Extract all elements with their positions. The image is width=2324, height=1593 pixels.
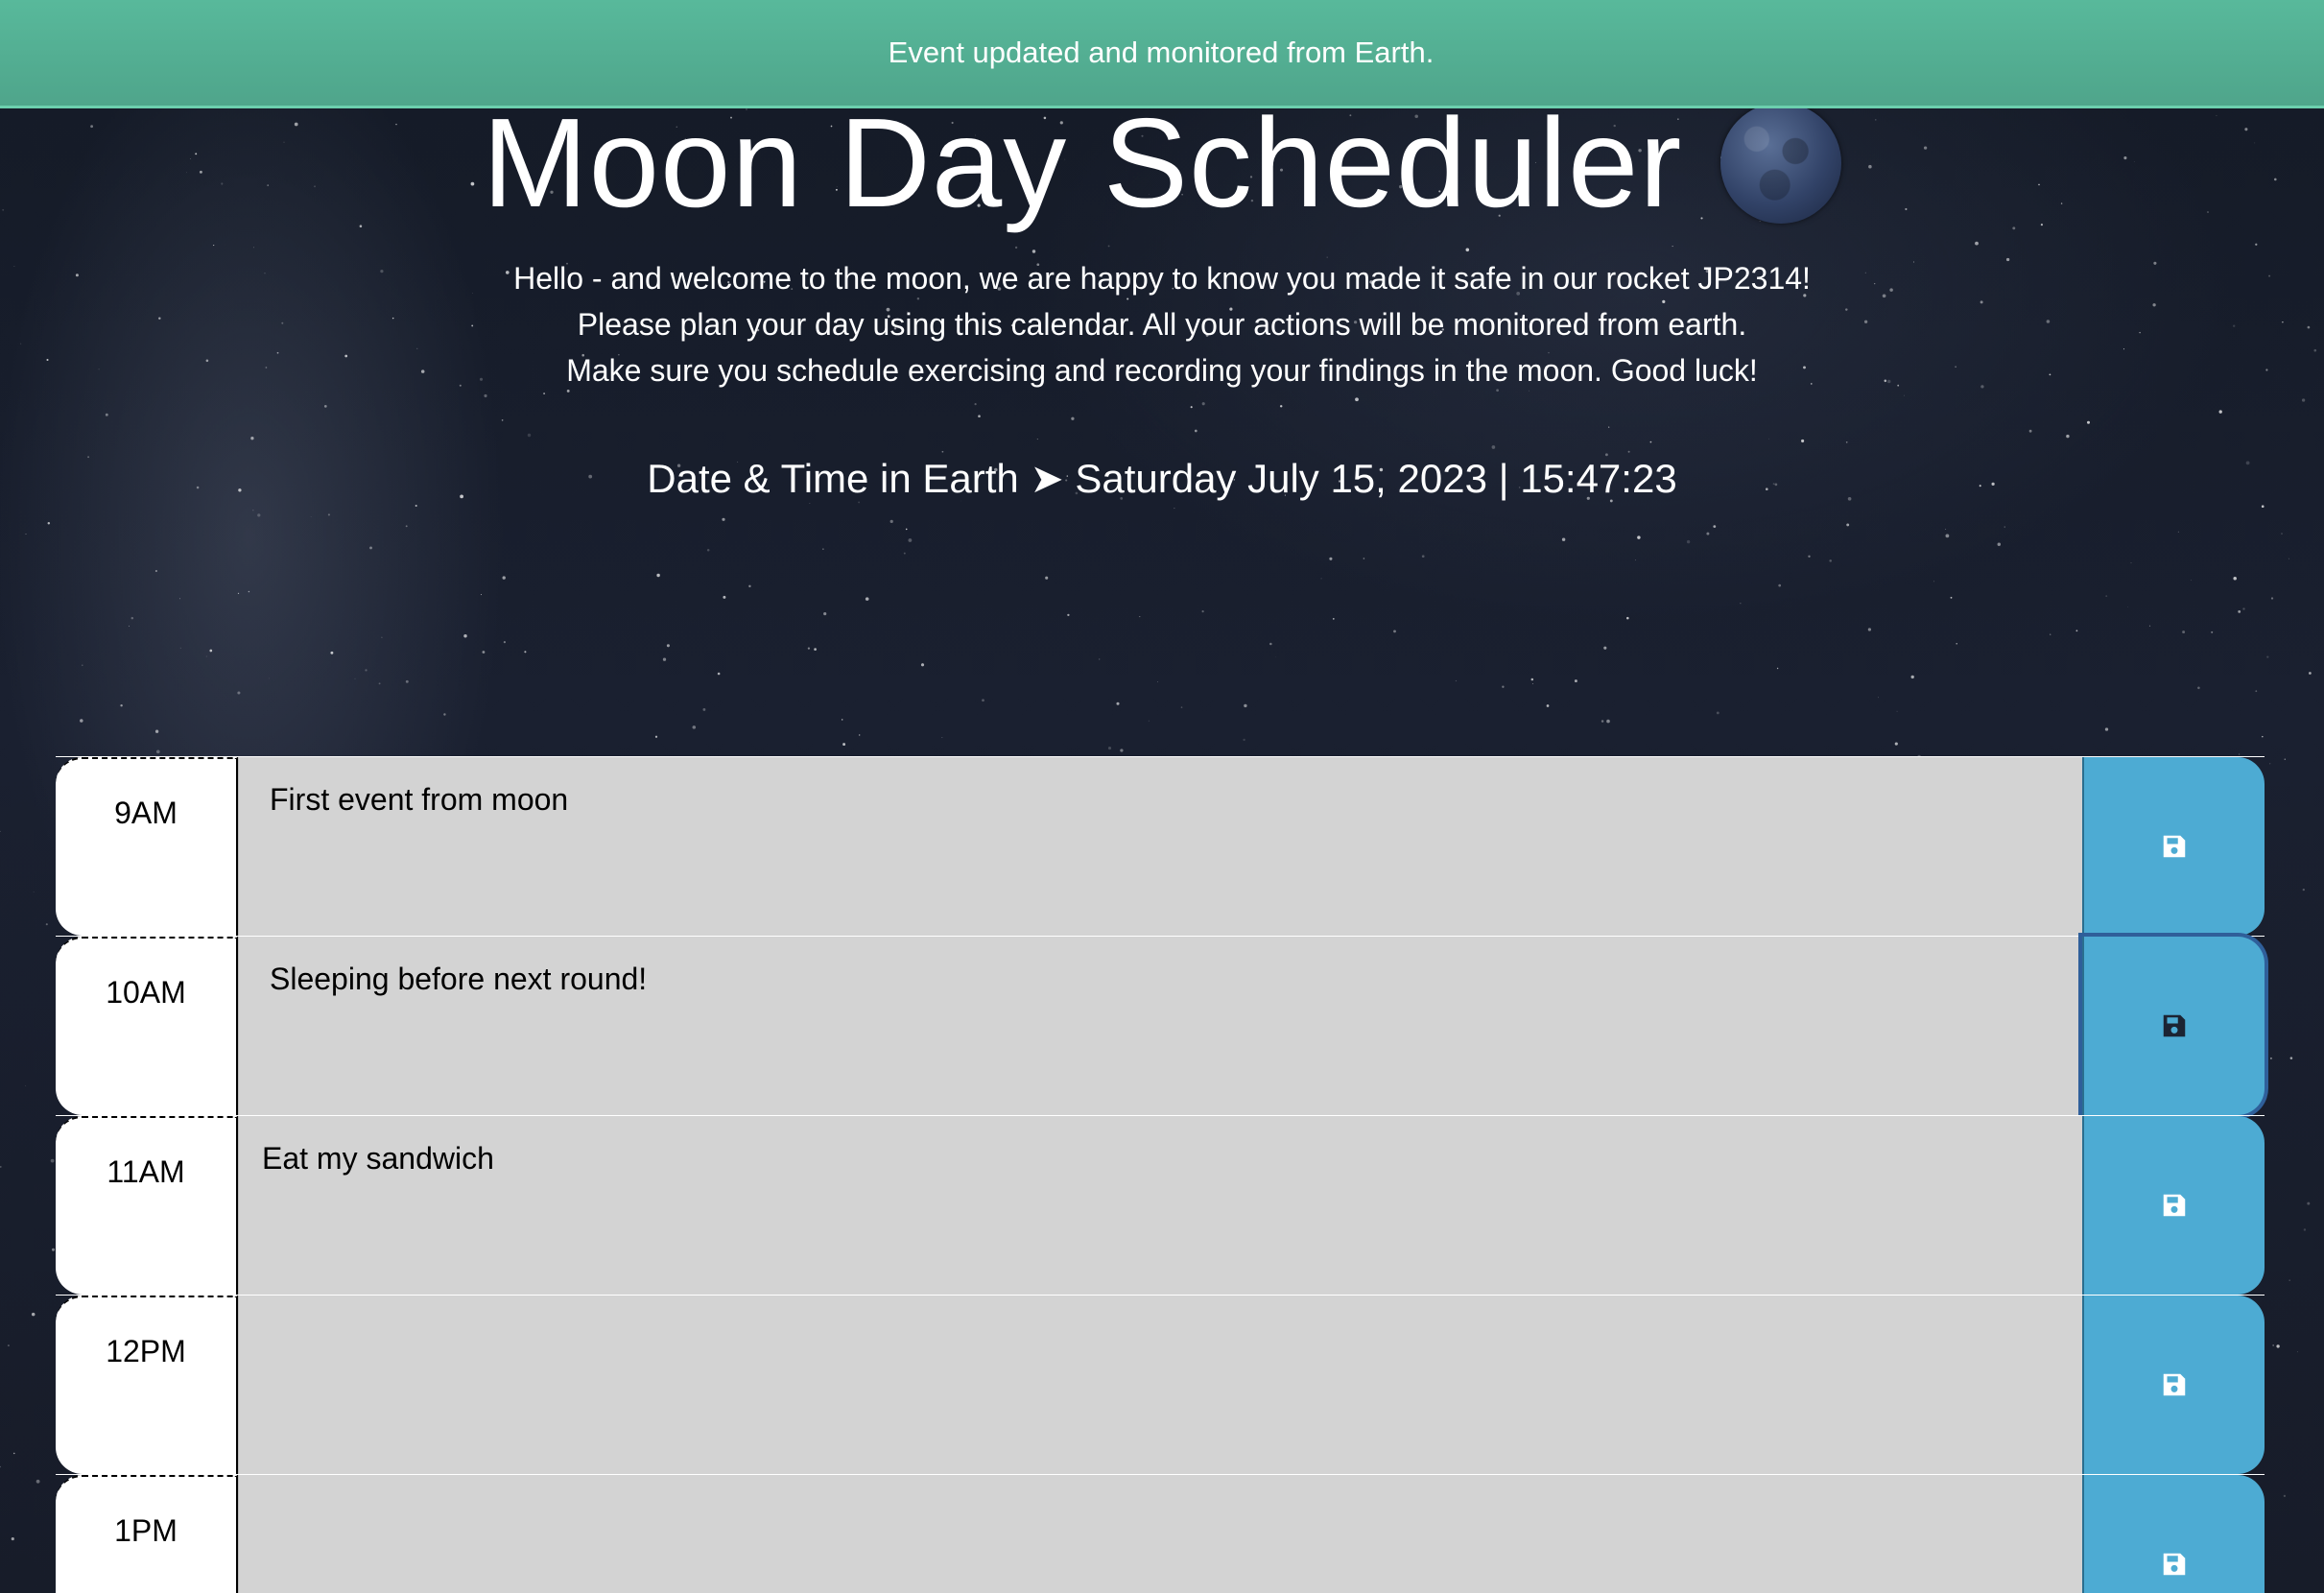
hour-label: 1PM — [56, 1475, 238, 1593]
save-button[interactable] — [2082, 1475, 2265, 1593]
page-title: Moon Day Scheduler — [482, 92, 1683, 233]
time-block-row: 11AM Eat my sandwich — [56, 1115, 2265, 1295]
save-button[interactable] — [2082, 1116, 2265, 1295]
time-block-row: 1PM — [56, 1474, 2265, 1593]
intro-line: Make sure you schedule exercising and re… — [566, 353, 1758, 388]
event-input[interactable]: Eat my sandwich — [238, 1116, 2082, 1295]
event-input[interactable]: Sleeping before next round! — [238, 937, 2082, 1115]
time-block-row: 10AM Sleeping before next round! — [56, 936, 2265, 1115]
floppy-disk-icon — [2163, 1194, 2186, 1217]
save-button[interactable] — [2082, 937, 2265, 1115]
intro-line: Please plan your day using this calendar… — [577, 307, 1747, 342]
notification-banner: Event updated and monitored from Earth. — [0, 0, 2324, 108]
moon-icon — [1720, 103, 1842, 224]
floppy-disk-icon — [2163, 1014, 2186, 1037]
intro-line: Hello - and welcome to the moon, we are … — [513, 261, 1811, 296]
floppy-disk-icon — [2163, 1373, 2186, 1396]
hour-label: 11AM — [56, 1116, 238, 1295]
header: Moon Day Scheduler — [0, 100, 2324, 226]
hour-label: 9AM — [56, 757, 238, 936]
save-button[interactable] — [2082, 757, 2265, 936]
current-datetime: Date & Time in Earth ➤ Saturday July 15,… — [647, 456, 1677, 501]
hour-label: 10AM — [56, 937, 238, 1115]
time-block-row: 9AM First event from moon — [56, 756, 2265, 936]
event-input[interactable]: First event from moon — [238, 757, 2082, 936]
event-input[interactable] — [238, 1296, 2082, 1474]
time-block-row: 12PM — [56, 1295, 2265, 1474]
schedule-list: 9AM First event from moon 10AM Sleeping … — [56, 756, 2265, 1593]
floppy-disk-icon — [2163, 1553, 2186, 1576]
save-button[interactable] — [2082, 1296, 2265, 1474]
intro-text: Hello - and welcome to the moon, we are … — [0, 255, 2324, 393]
hour-label: 12PM — [56, 1296, 238, 1474]
event-input[interactable] — [238, 1475, 2082, 1593]
floppy-disk-icon — [2163, 835, 2186, 858]
notification-text: Event updated and monitored from Earth. — [888, 36, 1435, 69]
